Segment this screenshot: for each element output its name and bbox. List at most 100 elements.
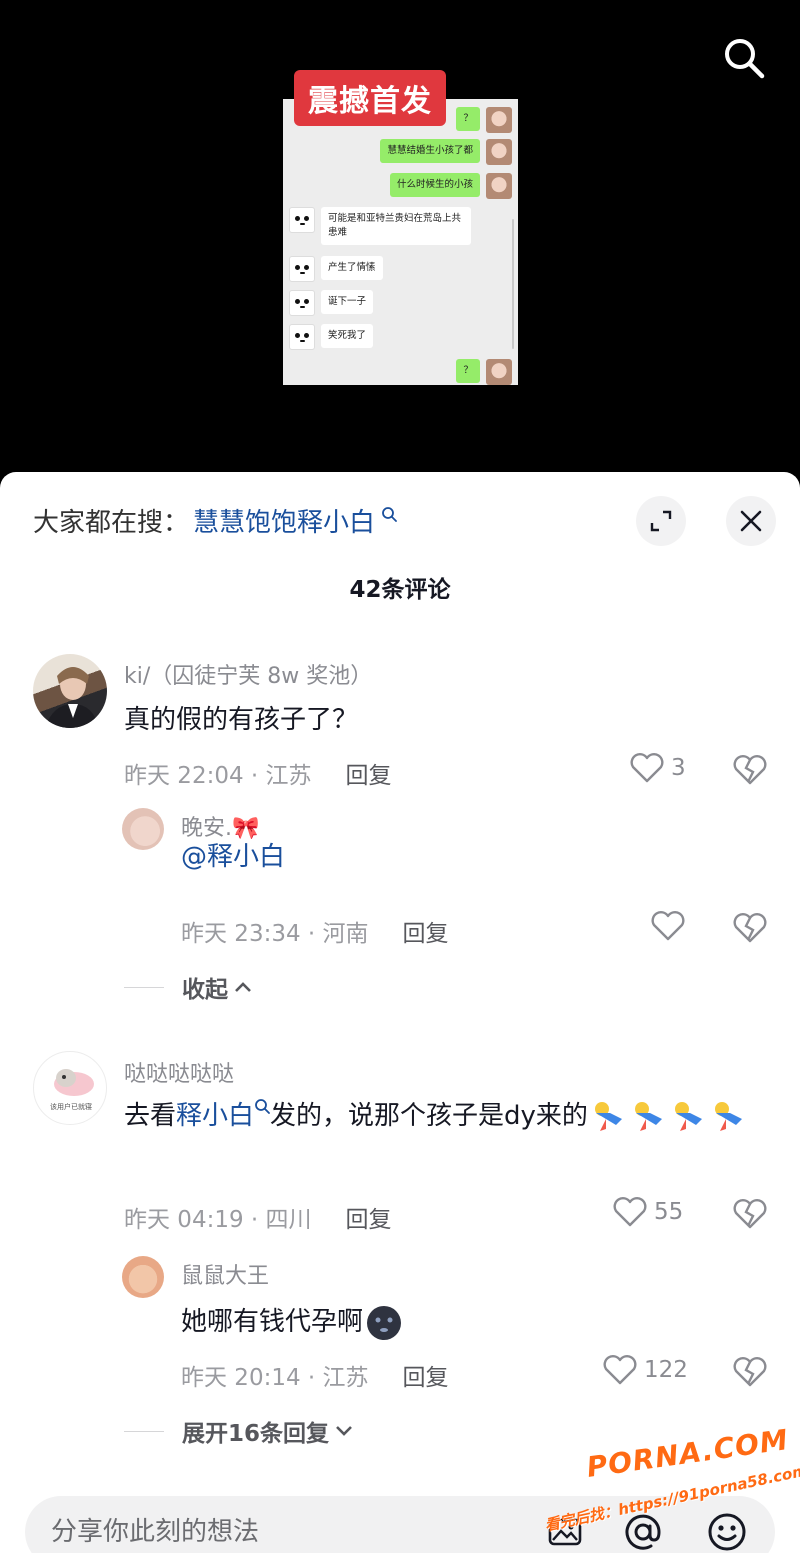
comment-username[interactable]: ki/（囚徒宁芙 8w 奖池） — [124, 658, 372, 690]
comment-text: 真的假的有孩子了？ — [124, 705, 359, 735]
chat-avatar — [486, 107, 512, 133]
reply-meta: 昨天 20:14 · 江苏 回复 — [181, 1358, 449, 1392]
chat-screenshot: ？ 慧慧结婚生小孩了都 什么时候生的小孩 可能是和亚特兰贵妇在荒岛上共患难 产生… — [283, 99, 518, 385]
reply-text: 她哪有钱代孕啊 — [181, 1298, 403, 1346]
avatar-image — [45, 667, 99, 728]
comment-meta: 昨天 04:19 · 四川 回复 — [124, 1200, 392, 1234]
reply-button[interactable]: 回复 — [403, 914, 449, 948]
chat-bubble: 什么时候生的小孩 — [389, 173, 480, 197]
collapse-label: 收起 — [182, 977, 228, 1003]
dancing-emoji-icon — [588, 1099, 628, 1135]
comment-input[interactable] — [51, 1496, 531, 1553]
heart-icon — [613, 1197, 647, 1227]
broken-heart-icon[interactable] — [732, 1198, 768, 1230]
expand-replies-button[interactable]: 展开16条回复 — [124, 1414, 355, 1448]
hot-search-keyword[interactable]: 慧慧饱饱释小白 — [193, 502, 375, 539]
avatar[interactable] — [33, 654, 107, 728]
comment-text-part: 发的，说那个孩子是dy来的 — [270, 1101, 588, 1131]
close-button[interactable] — [726, 496, 776, 546]
reply-time-location: 昨天 20:14 · 江苏 — [181, 1365, 369, 1391]
heart-icon — [651, 911, 685, 941]
chat-message: 慧慧结婚生小孩了都 — [380, 139, 512, 165]
comment-username[interactable]: 哒哒哒哒哒 — [124, 1056, 234, 1088]
chat-scrollbar — [512, 219, 514, 349]
chat-message: 什么时候生的小孩 — [389, 173, 512, 199]
divider-line — [124, 986, 164, 988]
emoji-icon — [708, 1513, 746, 1551]
like-count: 55 — [654, 1199, 684, 1225]
broken-heart-icon[interactable] — [732, 1356, 768, 1388]
reply-button[interactable]: 回复 — [403, 1358, 449, 1392]
reply-button[interactable]: 回复 — [346, 1200, 392, 1234]
comment-text-part: 去看 — [124, 1101, 177, 1131]
reply-time-location: 昨天 23:34 · 河南 — [181, 921, 369, 947]
chat-avatar — [486, 359, 512, 385]
comment-text: 去看释小白 发的，说那个孩子是dy来的 — [124, 1092, 764, 1140]
like-button[interactable]: 3 — [629, 752, 686, 784]
expand-button[interactable] — [636, 496, 686, 546]
image-button[interactable] — [543, 1510, 587, 1553]
chat-bubble: 诞下一子 — [321, 290, 374, 314]
mention-button[interactable] — [621, 1510, 665, 1553]
mention-link[interactable]: 释小白 — [176, 1101, 254, 1131]
reply-button[interactable]: 回复 — [346, 756, 392, 790]
search-button[interactable] — [716, 30, 772, 86]
chat-message: 产生了情愫 — [289, 256, 383, 282]
chat-bubble: 产生了情愫 — [321, 256, 383, 280]
comment-input-bar — [25, 1496, 775, 1553]
chat-message: 可能是和亚特兰贵妇在荒岛上共患难 — [289, 207, 471, 245]
mention-link[interactable]: @释小白 — [181, 842, 285, 872]
dancing-emoji-icon — [708, 1099, 748, 1135]
collapse-replies-button[interactable]: 收起 — [124, 970, 254, 1004]
heart-icon — [603, 1355, 637, 1385]
reply-text: @释小白 — [181, 833, 285, 881]
chat-bubble: 慧慧结婚生小孩了都 — [380, 139, 480, 163]
broken-heart-icon[interactable] — [732, 912, 768, 944]
avatar-image — [54, 1069, 94, 1096]
chat-avatar — [289, 290, 315, 316]
comment-sheet: 大家都在搜： 慧慧饱饱释小白 42条评论 ki/（囚徒宁芙 8w 奖池） 真的假… — [0, 472, 800, 1553]
chat-message: ？ — [456, 107, 512, 133]
like-button[interactable]: 122 — [602, 1354, 688, 1386]
image-icon — [548, 1518, 582, 1546]
avatar[interactable] — [122, 1256, 164, 1298]
expand-icon — [650, 510, 672, 532]
comment-meta: 昨天 22:04 · 江苏 回复 — [124, 756, 392, 790]
avatar[interactable] — [122, 808, 164, 850]
chat-message: 笑死我了 — [289, 324, 374, 350]
dancing-emoji-icon — [668, 1099, 708, 1135]
like-count: 122 — [644, 1357, 688, 1383]
divider-line — [124, 1430, 164, 1432]
broken-heart-icon[interactable] — [732, 754, 768, 786]
reply-username[interactable]: 鼠鼠大王 — [181, 1258, 269, 1290]
chat-message: 诞下一子 — [289, 290, 374, 316]
chat-bubble: 可能是和亚特兰贵妇在荒岛上共患难 — [321, 207, 471, 245]
reply-text-part: 她哪有钱代孕啊 — [181, 1307, 364, 1337]
hot-search-prefix: 大家都在搜： — [33, 508, 190, 538]
comment-count: 42条评论 — [349, 577, 451, 603]
search-icon — [725, 39, 765, 79]
dark-face-emoji-icon — [367, 1305, 402, 1340]
like-button[interactable] — [650, 910, 686, 942]
reply-meta: 昨天 23:34 · 河南 回复 — [181, 914, 449, 948]
close-icon — [740, 510, 762, 532]
chat-bubble: 笑死我了 — [321, 324, 374, 348]
search-icon — [382, 506, 397, 522]
search-icon — [255, 1099, 270, 1114]
chat-bubble: ？ — [456, 359, 480, 383]
chat-message: ？ — [456, 359, 512, 385]
avatar[interactable]: 该用户已就寝 — [33, 1051, 107, 1125]
chat-avatar — [289, 256, 315, 282]
comment-time-location: 昨天 04:19 · 四川 — [124, 1207, 312, 1233]
at-icon — [625, 1514, 661, 1550]
video-area[interactable]: 震撼首发 ？ 慧慧结婚生小孩了都 什么时候生的小孩 可能是和亚特兰贵妇在荒岛上共… — [0, 0, 800, 478]
like-button[interactable]: 55 — [612, 1196, 683, 1228]
comment-time-location: 昨天 22:04 · 江苏 — [124, 763, 312, 789]
video-banner: 震撼首发 — [294, 70, 446, 126]
heart-icon — [630, 753, 664, 783]
chevron-down-icon — [336, 1426, 352, 1436]
chat-avatar — [289, 207, 315, 233]
chevron-up-icon — [235, 982, 251, 992]
hot-search-bar[interactable]: 大家都在搜： 慧慧饱饱释小白 — [33, 502, 397, 539]
emoji-button[interactable] — [705, 1510, 749, 1553]
